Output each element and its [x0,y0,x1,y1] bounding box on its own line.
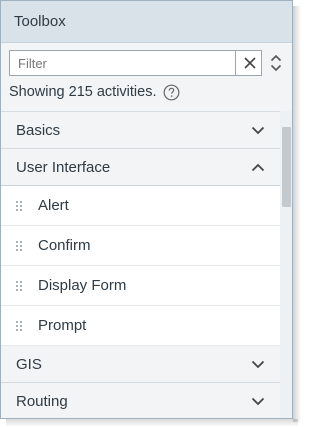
sort-button[interactable] [266,50,285,76]
activity-item-confirm[interactable]: Confirm [1,226,280,266]
category-user-interface[interactable]: User Interface [1,149,280,186]
category-gis[interactable]: GIS [1,346,280,383]
activity-item-alert[interactable]: Alert [1,186,280,226]
drag-handle-icon[interactable] [15,280,27,292]
category-basics[interactable]: Basics [1,112,280,149]
toolbox-panel: Toolbox Showing 215 activities. [0,0,293,419]
drag-handle-icon[interactable] [15,240,27,252]
panel-shadow-right [293,6,301,422]
chevron-down-icon [251,360,265,368]
category-label: Routing [16,392,68,410]
category-label: User Interface [16,158,111,176]
scrollbar-thumb[interactable] [282,127,291,207]
activity-label: Alert [38,197,69,214]
activity-count-row: Showing 215 activities. [9,82,180,102]
category-label: GIS [16,355,42,373]
chevron-up-icon [251,163,265,171]
activity-item-prompt[interactable]: Prompt [1,306,280,346]
list-scrollbar[interactable] [280,111,292,418]
close-icon [243,57,256,69]
activity-label: Display Form [38,277,127,294]
question-circle-icon[interactable] [163,84,180,101]
sort-updown-icon [270,54,281,72]
drag-handle-icon[interactable] [15,320,27,332]
panel-shadow-bottom [6,419,298,427]
panel-title: Toolbox [1,1,292,43]
category-routing[interactable]: Routing [1,383,280,418]
drag-handle-icon[interactable] [15,200,27,212]
chevron-down-icon [251,397,265,405]
clear-filter-button[interactable] [235,51,263,75]
activity-list: Basics User Interface Alert Confirm Disp… [1,111,280,418]
filter-input[interactable] [10,51,233,75]
activity-label: Prompt [38,317,87,334]
filter-box [9,50,262,76]
activity-item-display-form[interactable]: Display Form [1,266,280,306]
category-label: Basics [16,121,61,139]
activity-label: Confirm [38,237,91,254]
activity-count-text: Showing 215 activities. [9,84,157,100]
chevron-down-icon [251,126,265,134]
filter-row [9,50,285,76]
